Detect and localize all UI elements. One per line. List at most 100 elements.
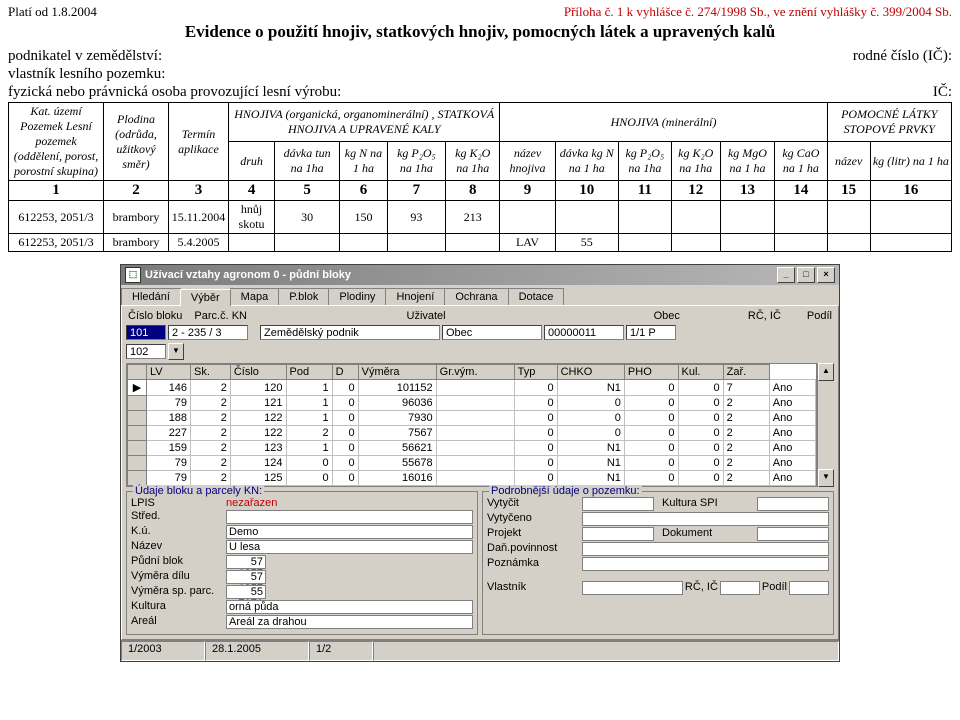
window-title: Užívací vztahy agronom 0 - půdní bloky [145,269,351,281]
app-icon: ⬚ [125,267,141,283]
col7-header: kg P₂O₅ na 1ha [397,146,436,175]
grid-row[interactable]: 188212210793000002Ano [128,411,816,426]
col2-header: Plodina (odrůda, užitkový směr) [115,112,157,171]
status-period: 1/2003 [121,641,205,661]
podil2-value[interactable] [789,581,829,595]
taxduty-value[interactable] [582,542,829,556]
rc2-label: RČ, IČ [683,581,720,595]
col6-header: kg N na 1 ha [345,146,382,175]
dokument-label: Dokument [662,527,757,541]
user-input[interactable]: Zemědělský podnik [260,325,440,340]
col16-header: kg (litr) na 1 ha [873,154,949,168]
vytyceno-value[interactable] [582,512,829,526]
dokument-value[interactable] [757,527,829,541]
entrepreneur-label: podnikatel v zemědělství: [8,48,162,65]
rcic-input[interactable]: 00000011 [544,325,624,340]
grid-scrollbar[interactable]: ▲ ▼ [817,363,834,487]
tab-pblok[interactable]: P.blok [278,288,329,305]
center-label: Střed. [131,510,226,524]
grid-row[interactable]: 79212400556780N1002Ano [128,456,816,471]
grid-row[interactable]: 792121109603600002Ano [128,396,816,411]
note-label: Poznámka [487,557,582,571]
tab-ochrana[interactable]: Ochrana [444,288,508,305]
grpC-header: POMOCNÉ LÁTKY STOPOVÉ PRVKY [841,107,937,136]
col3-header: Termín aplikace [178,127,219,156]
blockno-dropdown[interactable]: 102 [126,344,166,359]
partarea-label: Výměra dílu [131,570,226,584]
tab-dotace[interactable]: Dotace [508,288,565,305]
vytycit-value[interactable] [582,497,654,511]
parcels-grid[interactable]: LVSk.Číslo PodDVýměra Gr.vým.TypCHKO PHO… [126,363,817,487]
owner2-value[interactable] [582,581,683,595]
close-button[interactable]: × [817,267,835,283]
tab-mapa[interactable]: Mapa [230,288,280,305]
tab-hledani[interactable]: Hledání [121,288,181,305]
ku-value[interactable]: Demo [226,525,473,539]
share-input[interactable]: 1/1 P [626,325,676,340]
col9-header: název hnojiva [510,146,546,175]
soilblock-label: Půdní blok [131,555,226,569]
soilblock-value[interactable]: 57 1257 [226,555,266,569]
blockno-input[interactable]: 101 [126,325,166,340]
grid-header-row: LVSk.Číslo PodDVýměra Gr.vým.TypCHKO PHO… [128,365,816,380]
parcarea-value[interactable]: 55 7171 [226,585,266,599]
col8-header: kg K₂O na 1ha [455,146,490,175]
status-page: 1/2 [309,641,373,661]
name-label: Název [131,540,226,554]
grid-row[interactable]: 159212310566210N1002Ano [128,441,816,456]
col15-header: název [835,154,862,168]
col10-header: dávka kg N na 1 ha [560,146,614,175]
partarea-value[interactable]: 57 1257 [226,570,266,584]
grid-row[interactable]: 79212500160160N1002Ano [128,471,816,486]
projekt-label: Projekt [487,527,582,541]
municipality-label: Obec [652,310,682,322]
tab-plodiny[interactable]: Plodiny [328,288,386,305]
maximize-button[interactable]: □ [797,267,815,283]
plot-details-group: Podrobnější údaje o pozemku: VytyčitKult… [482,491,834,635]
titlebar[interactable]: ⬚ Užívací vztahy agronom 0 - půdní bloky… [121,265,839,285]
projekt-value[interactable] [582,527,654,541]
rc2-value[interactable] [720,581,760,595]
share-label: Podíl [805,310,834,322]
fertilizer-form-table: Kat. území Pozemek Lesní pozemek (odděle… [8,102,952,252]
owner-label: vlastník lesního pozemku: [8,66,165,83]
block-details-caption: Údaje bloku a parcely KN: [133,485,264,497]
parcno-input[interactable]: 2 - 235 / 3 [168,325,248,340]
minimize-button[interactable]: _ [777,267,795,283]
culture-label: Kultura [131,600,226,614]
status-bar: 1/2003 28.1.2005 1/2 [121,640,839,661]
block-details-group: Údaje bloku a parcely KN: LPISnezařazen … [126,491,478,635]
user-label: Uživatel [405,310,448,322]
grpA-header: HNOJIVA (organická, organominerální) , S… [234,107,494,136]
name-value[interactable]: U lesa [226,540,473,554]
status-date: 28.1.2005 [205,641,309,661]
areal-value[interactable]: Areál za drahou [226,615,473,629]
kultspi-value[interactable] [757,497,829,511]
attachment-ref: Příloha č. 1 k vyhlášce č. 274/1998 Sb.,… [564,4,952,20]
tab-vyber[interactable]: Výběr [180,289,231,306]
areal-label: Areál [131,615,226,629]
parcarea-label: Výměra sp. parc. [131,585,226,599]
scroll-up-icon[interactable]: ▲ [818,363,834,381]
taxduty-label: Daň.povinnost [487,542,582,556]
col4-header: druh [240,154,263,168]
owner2-label: Vlastník [487,581,582,595]
col14-header: kg CaO na 1 ha [782,146,819,175]
grid-row[interactable]: 227212220756700002Ano [128,426,816,441]
lpis-label: LPIS [131,497,226,509]
center-value[interactable] [226,510,473,524]
tab-hnojeni[interactable]: Hnojení [385,288,445,305]
data-row: 612253, 2051/3brambory5.4.2005 LAV 55 [9,234,952,252]
dropdown-arrow-icon[interactable]: ▼ [168,343,184,360]
scroll-down-icon[interactable]: ▼ [818,469,834,487]
vytyceno-label: Vytyčeno [487,512,582,526]
kultspi-label: Kultura SPI [662,497,757,511]
municipality-input[interactable]: Obec [442,325,542,340]
culture-value[interactable]: orná půda [226,600,473,614]
ku-label: K.ú. [131,525,226,539]
plot-details-caption: Podrobnější údaje o pozemku: [489,485,642,497]
grid-row[interactable]: ▶1462120101011520N1007Ano [128,380,816,396]
note-value[interactable] [582,557,829,571]
app-window: ⬚ Užívací vztahy agronom 0 - půdní bloky… [120,264,840,662]
col1-header: Kat. území Pozemek Lesní pozemek (odděle… [14,104,99,178]
